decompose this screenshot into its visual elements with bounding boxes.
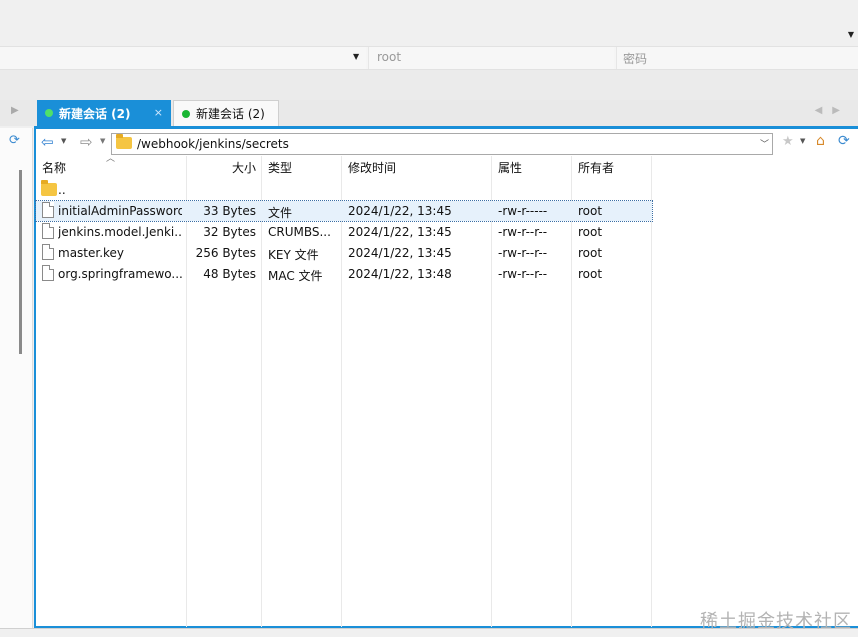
refresh-icon[interactable]: ⟳	[9, 133, 20, 148]
bookmark-star-icon[interactable]: ★	[782, 134, 794, 149]
refresh-icon[interactable]: ⟳	[838, 133, 850, 149]
path-text: /webhook/jenkins/secrets	[137, 137, 289, 151]
close-icon[interactable]: ×	[154, 106, 163, 119]
tab-label: 新建会话 (2)	[196, 107, 265, 121]
sort-ascending-icon: ︿	[106, 154, 116, 164]
tab-scroll-left-icon[interactable]: ▶	[11, 105, 19, 116]
toolbar-dropdown-icon[interactable]: ▼	[848, 30, 854, 39]
file-modified: 2024/1/22, 13:45	[348, 225, 452, 239]
parent-directory-row[interactable]: ..	[36, 180, 652, 200]
password-placeholder: 密码	[623, 52, 648, 66]
file-name: master.key	[58, 246, 125, 260]
navigation-bar: ⇦ ▼ ⇨ ▼ /webhook/jenkins/secrets ﹀ ★ ▼ ⌂…	[36, 131, 858, 155]
forward-arrow-icon[interactable]: ⇨	[80, 133, 93, 151]
local-pane: ⟳	[0, 128, 33, 628]
file-type: MAC 文件	[268, 269, 323, 283]
session-tab-bar: ▶ 新建会话 (2) × 新建会话 (2) ◀▶	[0, 100, 858, 126]
file-size: 32 Bytes	[203, 225, 256, 239]
file-attributes: -rw-r--r--	[498, 267, 548, 281]
file-size: 33 Bytes	[203, 204, 256, 218]
top-toolbar: ▼	[0, 0, 858, 46]
file-name: jenkins.model.Jenki...	[58, 225, 182, 239]
file-icon	[42, 202, 54, 218]
host-dropdown-icon[interactable]: ▼	[353, 52, 359, 61]
username-input[interactable]: root	[368, 47, 614, 69]
file-size: 256 Bytes	[195, 246, 256, 260]
back-arrow-icon[interactable]: ⇦	[41, 133, 54, 151]
file-type: 文件	[268, 206, 293, 220]
file-icon	[42, 244, 54, 260]
file-owner: root	[578, 267, 603, 281]
file-icon	[42, 265, 54, 281]
tab-session-active[interactable]: 新建会话 (2) ×	[37, 100, 171, 126]
connected-status-icon	[45, 109, 53, 117]
column-header-size[interactable]: 大小	[232, 159, 256, 176]
column-header-owner[interactable]: 所有者	[578, 159, 614, 176]
file-icon	[42, 223, 54, 239]
chevron-down-icon[interactable]: ▼	[800, 137, 805, 145]
tab-session[interactable]: 新建会话 (2)	[173, 100, 279, 126]
column-header-attributes[interactable]: 属性	[498, 159, 522, 176]
table-row[interactable]: master.key 256 Bytes KEY 文件 2024/1/22, 1…	[36, 243, 652, 263]
scrollbar[interactable]	[19, 170, 22, 354]
file-modified: 2024/1/22, 13:48	[348, 267, 452, 281]
file-size: 48 Bytes	[203, 267, 256, 281]
file-table: ︿ 名称 大小 类型 修改时间 属性 所有者 .. initialAdminPa…	[35, 154, 653, 627]
file-name: initialAdminPassword	[58, 204, 182, 218]
file-attributes: -rw-r--r--	[498, 246, 548, 260]
chevron-down-icon[interactable]: ▼	[100, 137, 105, 145]
table-row[interactable]: initialAdminPassword 33 Bytes 文件 2024/1/…	[35, 200, 653, 222]
file-name: ..	[58, 183, 66, 197]
file-type: CRUMBS...	[268, 225, 331, 239]
tab-label: 新建会话 (2)	[59, 106, 131, 121]
folder-icon	[116, 134, 132, 149]
toolbar-gap	[0, 70, 858, 100]
file-owner: root	[578, 225, 603, 239]
chevron-down-icon[interactable]: ﹀	[760, 137, 769, 150]
file-owner: root	[578, 204, 603, 218]
connected-status-icon	[182, 109, 190, 118]
column-header-type[interactable]: 类型	[268, 159, 292, 176]
password-input[interactable]: 密码	[616, 47, 858, 69]
column-header-modified[interactable]: 修改时间	[348, 159, 396, 176]
folder-icon	[41, 180, 57, 196]
table-row[interactable]: jenkins.model.Jenki... 32 Bytes CRUMBS..…	[36, 222, 652, 242]
file-name: org.springframewo...	[58, 267, 182, 281]
file-modified: 2024/1/22, 13:45	[348, 204, 452, 218]
quick-connect-bar: ▼ root 密码	[0, 46, 858, 70]
chevron-down-icon[interactable]: ▼	[61, 137, 66, 145]
watermark: 稀土掘金技术社区	[700, 611, 852, 632]
username-value: root	[377, 50, 402, 64]
file-modified: 2024/1/22, 13:45	[348, 246, 452, 260]
host-input[interactable]: ▼	[0, 47, 366, 69]
path-input[interactable]: /webhook/jenkins/secrets ﹀	[111, 133, 773, 155]
file-attributes: -rw-r-----	[498, 204, 548, 218]
file-attributes: -rw-r--r--	[498, 225, 548, 239]
file-owner: root	[578, 246, 603, 260]
file-type: KEY 文件	[268, 248, 319, 262]
table-row[interactable]: org.springframewo... 48 Bytes MAC 文件 202…	[36, 264, 652, 284]
tab-scroll-arrows-icon[interactable]: ◀▶	[815, 105, 850, 116]
table-header: ︿ 名称 大小 类型 修改时间 属性 所有者	[36, 154, 652, 178]
home-icon[interactable]: ⌂	[816, 133, 825, 149]
remote-file-pane: ⇦ ▼ ⇨ ▼ /webhook/jenkins/secrets ﹀ ★ ▼ ⌂…	[34, 126, 858, 628]
column-header-name[interactable]: 名称	[42, 159, 66, 176]
